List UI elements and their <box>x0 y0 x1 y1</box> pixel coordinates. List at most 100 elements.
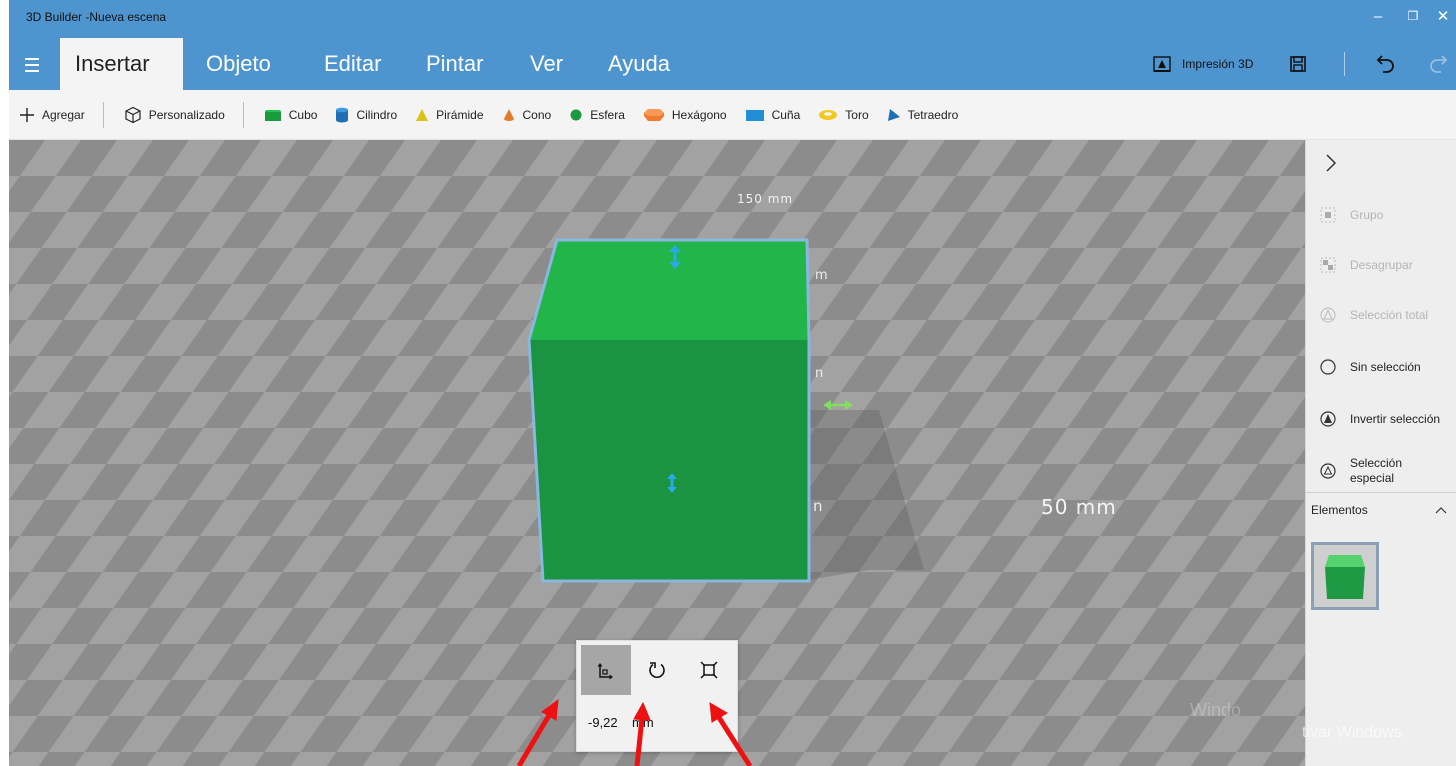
scale-mode-button[interactable] <box>684 645 734 695</box>
cube-outline-icon <box>125 106 141 123</box>
scale-label-partial: n <box>815 366 824 381</box>
tab-label: Ver <box>530 51 564 76</box>
chevron-up-icon <box>1435 506 1447 513</box>
invert-selection-icon <box>1320 411 1336 427</box>
tab-ayuda[interactable]: Ayuda <box>593 38 685 90</box>
scale-label-50: 50 mm <box>1041 495 1117 519</box>
minimize-button[interactable]: – <box>1364 4 1392 28</box>
shape-cylinder-button[interactable]: Cilindro <box>335 100 397 130</box>
tab-label: Editar <box>324 51 382 76</box>
torus-icon <box>819 109 838 120</box>
invert-selection-label: Invertir selección <box>1350 411 1441 426</box>
special-selection-icon <box>1320 463 1336 479</box>
select-none-label: Sin selección <box>1350 359 1421 374</box>
hexagon-icon <box>643 108 664 121</box>
hamburger-menu-icon[interactable] <box>19 52 45 78</box>
custom-label: Personalizado <box>148 107 225 122</box>
shape-label: Esfera <box>590 107 625 122</box>
window-title: 3D Builder -Nueva escena <box>26 10 167 24</box>
shape-sphere-button[interactable]: Esfera <box>569 100 625 130</box>
scale-icon <box>700 661 718 679</box>
tab-editar[interactable]: Editar <box>309 38 396 90</box>
shape-tetrahedron-button[interactable]: Tetraedro <box>887 100 958 130</box>
offset-value[interactable]: -9,22 <box>588 715 618 730</box>
undo-button[interactable] <box>1375 48 1397 80</box>
scale-label-partial: n <box>813 497 823 515</box>
cylinder-icon <box>336 107 349 122</box>
toolbar-divider <box>242 101 244 128</box>
cube-thumbnail-icon <box>1325 555 1365 599</box>
print-3d-label: Impresión 3D <box>1182 57 1254 71</box>
tab-label: Insertar <box>75 51 150 76</box>
chevron-right-icon <box>1326 154 1337 172</box>
select-none-icon <box>1320 359 1336 375</box>
rotate-mode-button[interactable] <box>632 645 682 695</box>
shape-label: Cono <box>522 107 552 122</box>
shape-label: Cubo <box>288 107 318 122</box>
wedge-icon <box>745 109 764 121</box>
menu-bar: Insertar Objeto Editar Pintar Ver Ayuda … <box>9 38 1456 90</box>
tab-label: Objeto <box>206 51 271 76</box>
redo-icon <box>1430 55 1448 73</box>
redo-button[interactable] <box>1427 48 1449 80</box>
elements-label: Elementos <box>1311 502 1368 517</box>
tab-ver[interactable]: Ver <box>515 38 578 90</box>
pyramid-icon <box>416 108 429 121</box>
group-button[interactable]: Grupo <box>1306 195 1456 235</box>
shape-cone-button[interactable]: Cono <box>502 100 552 130</box>
sphere-icon <box>570 109 582 120</box>
shape-pyramid-button[interactable]: Pirámide <box>415 100 484 130</box>
shape-label: Pirámide <box>436 107 484 122</box>
save-button[interactable] <box>1289 48 1307 80</box>
undo-icon <box>1376 55 1394 73</box>
cube-icon <box>264 109 281 121</box>
add-button[interactable]: Agregar <box>19 100 85 130</box>
move-mode-button[interactable] <box>581 645 631 695</box>
close-button[interactable]: ✕ <box>1429 4 1456 28</box>
tab-label: Pintar <box>426 51 484 76</box>
tab-insertar[interactable]: Insertar <box>60 38 183 90</box>
tab-objeto[interactable]: Objeto <box>191 38 286 90</box>
scale-label-150: 150 mm <box>737 192 794 206</box>
activation-watermark: tivar Windows. <box>1302 724 1407 741</box>
activation-watermark-ghost: Windo <box>1190 700 1242 720</box>
special-selection-label: Selección especial <box>1350 456 1403 485</box>
title-bar: 3D Builder -Nueva escena – ❐ ✕ <box>9 0 1456 38</box>
elements-header[interactable]: Elementos <box>1306 492 1456 526</box>
print-3d-button[interactable]: Impresión 3D <box>1152 48 1253 80</box>
collapse-panel-button[interactable] <box>1324 153 1338 178</box>
special-selection-button[interactable]: Selección especial <box>1306 451 1456 491</box>
app-window: 3D Builder -Nueva escena – ❐ ✕ Insertar … <box>0 0 1456 766</box>
toolbar-divider <box>102 101 104 128</box>
tab-pintar[interactable]: Pintar <box>411 38 498 90</box>
shape-label: Hexágono <box>671 107 727 122</box>
custom-button[interactable]: Personalizado <box>124 100 225 130</box>
scale-label-partial: m <box>815 268 828 283</box>
transform-panel: -9,22 mm <box>576 640 738 752</box>
group-icon <box>1320 207 1336 223</box>
divider <box>1344 52 1345 76</box>
shape-cube-button[interactable]: Cubo <box>264 100 318 130</box>
ungroup-label: Desagrupar <box>1350 257 1413 272</box>
ungroup-icon <box>1320 257 1336 273</box>
tab-label: Ayuda <box>608 51 670 76</box>
shape-torus-button[interactable]: Toro <box>818 100 869 130</box>
cone-icon <box>503 108 514 121</box>
select-all-icon <box>1320 307 1336 323</box>
element-thumbnail[interactable] <box>1311 542 1379 610</box>
rotate-icon <box>649 662 665 678</box>
move-icon <box>597 663 613 680</box>
select-all-button[interactable]: Selección total <box>1306 295 1456 335</box>
shape-label: Toro <box>845 107 869 122</box>
tetrahedron-icon <box>887 108 900 121</box>
print-3d-icon <box>1153 56 1171 72</box>
select-none-button[interactable]: Sin selección <box>1306 347 1456 387</box>
restore-button[interactable]: ❐ <box>1399 4 1427 28</box>
add-label: Agregar <box>42 107 85 122</box>
ungroup-button[interactable]: Desagrupar <box>1306 245 1456 285</box>
shape-hexagon-button[interactable]: Hexágono <box>643 100 727 130</box>
shape-wedge-button[interactable]: Cuña <box>745 100 800 130</box>
insert-toolbar: Agregar Personalizado Cubo Cilindro Pirá… <box>9 90 1456 140</box>
invert-selection-button[interactable]: Invertir selección <box>1306 399 1456 439</box>
select-all-label: Selección total <box>1350 307 1429 322</box>
